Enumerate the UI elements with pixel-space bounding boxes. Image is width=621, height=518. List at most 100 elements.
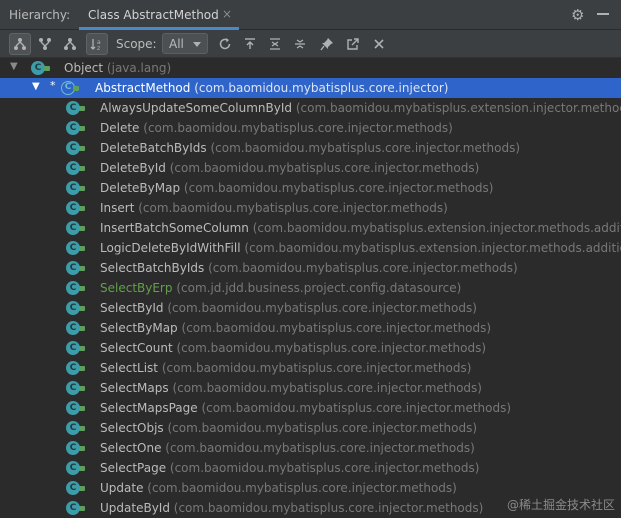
public-icon: [79, 326, 85, 331]
tree-row[interactable]: C SelectPage (com.baomidou.mybatisplus.co…: [0, 458, 621, 478]
pin-icon[interactable]: [316, 33, 338, 55]
tree-row-label: SelectPage (com.baomidou.mybatisplus.cor…: [100, 461, 480, 475]
tree-row[interactable]: C SelectCount (com.baomidou.mybatisplus.c…: [0, 338, 621, 358]
collapse-all-icon[interactable]: [289, 33, 311, 55]
close-icon[interactable]: [368, 33, 390, 55]
autoscroll-icon[interactable]: [239, 33, 261, 55]
scope-value: All: [169, 37, 184, 51]
tree-row-object[interactable]: ▼ C Object (java.lang): [0, 58, 621, 78]
tab-label: Class AbstractMethod: [88, 8, 219, 22]
tree-row-label: SelectList (com.baomidou.mybatisplus.cor…: [100, 361, 472, 375]
refresh-icon[interactable]: [214, 33, 236, 55]
scope-select[interactable]: All: [162, 33, 208, 54]
tree-row-label: DeleteBatchByIds (com.baomidou.mybatispl…: [100, 141, 521, 155]
tree-row-label: SelectMapsPage (com.baomidou.mybatisplus…: [100, 401, 512, 415]
class-icon: C: [66, 381, 80, 395]
tree-row-label: SelectObjs (com.baomidou.mybatisplus.cor…: [100, 421, 478, 435]
tree-row[interactable]: C InsertBatchSomeColumn (com.baomidou.myb…: [0, 218, 621, 238]
tree-row-abstractmethod[interactable]: ▼ * C AbstractMethod (com.baomidou.mybat…: [0, 78, 621, 98]
tree-row[interactable]: C SelectMapsPage (com.baomidou.mybatisplu…: [0, 398, 621, 418]
gear-icon[interactable]: ⚙: [571, 6, 584, 24]
tree-row[interactable]: C LogicDeleteByIdWithFill (com.baomidou.m…: [0, 238, 621, 258]
tree-row[interactable]: C AlwaysUpdateSomeColumnById (com.baomido…: [0, 98, 621, 118]
public-icon: [79, 126, 85, 131]
public-icon: [79, 466, 85, 471]
tree-row-label: UpdateById (com.baomidou.mybatisplus.cor…: [100, 501, 484, 515]
class-icon: C: [66, 501, 80, 515]
public-icon: [79, 406, 85, 411]
public-icon: [79, 446, 85, 451]
tree-row[interactable]: C SelectList (com.baomidou.mybatisplus.co…: [0, 358, 621, 378]
tree-row[interactable]: C SelectOne (com.baomidou.mybatisplus.cor…: [0, 438, 621, 458]
tree-row-label: SelectMaps (com.baomidou.mybatisplus.cor…: [100, 381, 482, 395]
type-hierarchy-icon[interactable]: [9, 33, 31, 55]
chevron-down-icon[interactable]: ▼: [32, 81, 40, 92]
public-icon: [79, 246, 85, 251]
tree-row[interactable]: C Update (com.baomidou.mybatisplus.core.i…: [0, 478, 621, 498]
class-icon: C: [66, 281, 80, 295]
tab-close-icon[interactable]: ×: [222, 7, 232, 21]
sort-alpha-icon[interactable]: az: [86, 33, 108, 55]
svg-text:z: z: [97, 45, 100, 51]
tree-row-label: AlwaysUpdateSomeColumnById (com.baomidou…: [100, 101, 621, 115]
hierarchy-tree[interactable]: ▼ C Object (java.lang) ▼ * C AbstractMet…: [0, 58, 621, 518]
tree-row[interactable]: C SelectById (com.baomidou.mybatisplus.co…: [0, 298, 621, 318]
tree-row-label: Object (java.lang): [64, 61, 172, 75]
public-icon: [79, 506, 85, 511]
class-icon: C: [66, 221, 80, 235]
tree-row-label: SelectCount (com.baomidou.mybatisplus.co…: [100, 341, 487, 355]
tool-window-header: Hierarchy: Class AbstractMethod × ⚙: [0, 0, 621, 30]
public-icon: [79, 486, 85, 491]
tab-class-abstractmethod[interactable]: Class AbstractMethod ×: [79, 0, 239, 30]
public-icon: [79, 206, 85, 211]
watermark: @稀土掘金技术社区: [506, 498, 615, 512]
public-icon: [79, 386, 85, 391]
class-icon: C: [66, 261, 80, 275]
tree-row-label: InsertBatchSomeColumn (com.baomidou.myba…: [100, 221, 621, 235]
hierarchy-toolbar: az Scope: All: [0, 30, 621, 58]
tree-row-label: SelectByErp (com.jd.jdd.business.project…: [100, 281, 462, 295]
public-icon: [79, 266, 85, 271]
tree-row[interactable]: C Delete (com.baomidou.mybatisplus.core.i…: [0, 118, 621, 138]
tree-row[interactable]: C DeleteById (com.baomidou.mybatisplus.co…: [0, 158, 621, 178]
tree-row[interactable]: C SelectByErp (com.jd.jdd.business.projec…: [0, 278, 621, 298]
scope-label: Scope:: [116, 37, 157, 51]
class-icon: C: [66, 241, 80, 255]
tree-row-label: SelectOne (com.baomidou.mybatisplus.core…: [100, 441, 475, 455]
public-icon: [79, 186, 85, 191]
tree-row[interactable]: C SelectByMap (com.baomidou.mybatisplus.c…: [0, 318, 621, 338]
tree-row[interactable]: C SelectObjs (com.baomidou.mybatisplus.co…: [0, 418, 621, 438]
minimize-icon[interactable]: [597, 13, 609, 15]
public-icon: [79, 306, 85, 311]
open-in-new-icon[interactable]: [342, 33, 364, 55]
class-icon: C: [66, 141, 80, 155]
class-icon: C: [66, 481, 80, 495]
class-icon: C: [66, 101, 80, 115]
tree-row-label: Delete (com.baomidou.mybatisplus.core.in…: [100, 121, 453, 135]
tree-row-label: Insert (com.baomidou.mybatisplus.core.in…: [100, 201, 448, 215]
public-icon: [79, 146, 85, 151]
class-icon: C: [66, 301, 80, 315]
chevron-down-icon: [193, 42, 201, 47]
subtypes-icon[interactable]: [59, 33, 81, 55]
public-icon: [44, 66, 50, 71]
public-icon: [79, 106, 85, 111]
public-icon: [79, 286, 85, 291]
tree-row[interactable]: C Insert (com.baomidou.mybatisplus.core.i…: [0, 198, 621, 218]
expand-all-icon[interactable]: [264, 33, 286, 55]
public-icon: [79, 366, 85, 371]
class-icon: C: [66, 421, 80, 435]
tree-row[interactable]: C DeleteBatchByIds (com.baomidou.mybatisp…: [0, 138, 621, 158]
class-icon: C: [31, 61, 45, 75]
tree-row-label: SelectBatchByIds (com.baomidou.mybatispl…: [100, 261, 518, 275]
tree-row-label: DeleteById (com.baomidou.mybatisplus.cor…: [100, 161, 480, 175]
chevron-down-icon[interactable]: ▼: [10, 61, 18, 72]
tree-row[interactable]: C DeleteByMap (com.baomidou.mybatisplus.c…: [0, 178, 621, 198]
public-icon: [79, 426, 85, 431]
tree-row[interactable]: C SelectBatchByIds (com.baomidou.mybatisp…: [0, 258, 621, 278]
class-icon: C: [66, 121, 80, 135]
focus-star-icon: *: [50, 79, 56, 92]
supertypes-icon[interactable]: [34, 33, 56, 55]
public-icon: [79, 166, 85, 171]
tree-row[interactable]: C SelectMaps (com.baomidou.mybatisplus.co…: [0, 378, 621, 398]
